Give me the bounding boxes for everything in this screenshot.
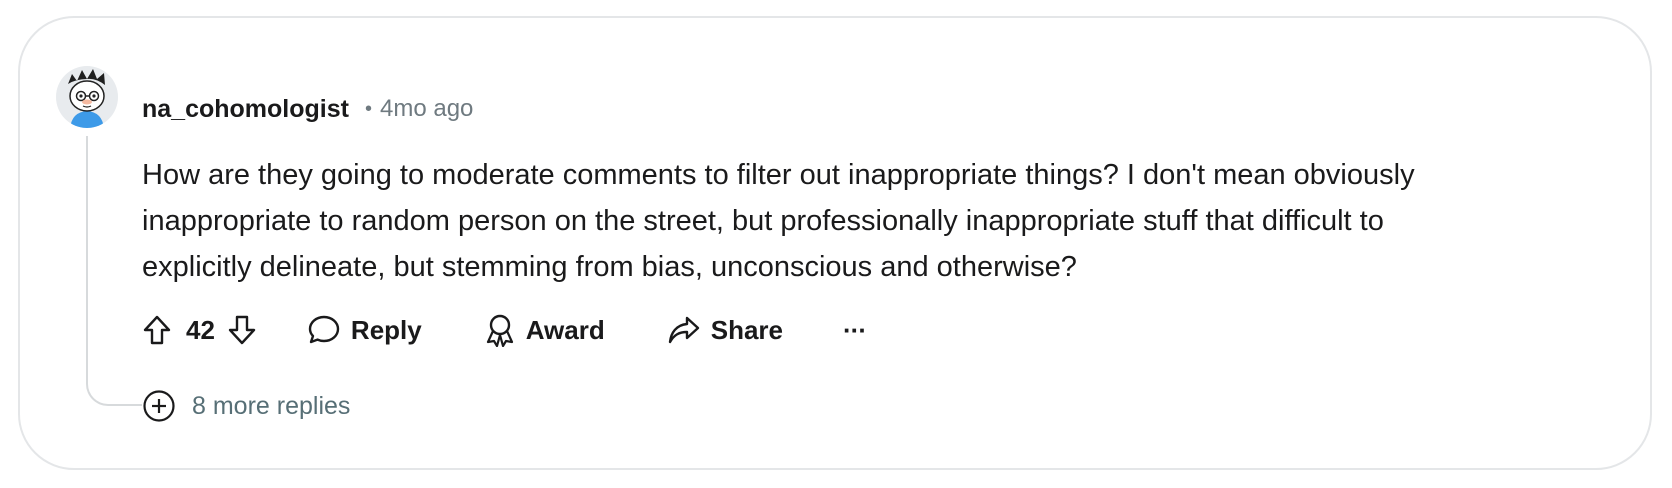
meta-separator: • — [364, 97, 372, 120]
username-link[interactable]: na_cohomologist — [142, 95, 349, 124]
user-avatar-icon — [56, 66, 118, 128]
comment-timestamp[interactable]: 4mo ago — [380, 95, 473, 123]
more-options-button[interactable]: ··· — [843, 315, 867, 346]
share-label: Share — [710, 314, 783, 345]
share-arrow-icon — [667, 314, 701, 346]
upvote-arrow-icon[interactable] — [142, 314, 172, 346]
reply-button[interactable]: Reply — [307, 310, 422, 350]
comment-body: How are they going to moderate comments … — [142, 152, 1622, 290]
comment-body-line: inappropriate to random person on the st… — [142, 205, 1384, 237]
more-replies-button[interactable]: 8 more replies — [142, 386, 350, 426]
comment-meta: na_cohomologist • 4mo ago — [142, 92, 473, 126]
comment-actions-bar: 42 Reply Award Share ··· — [142, 310, 867, 350]
comment-body-line: How are they going to moderate comments … — [142, 159, 1415, 191]
thread-line[interactable] — [86, 136, 142, 406]
reply-label: Reply — [350, 314, 422, 345]
award-label: Award — [525, 314, 605, 345]
award-ribbon-icon — [484, 313, 516, 347]
user-avatar[interactable] — [56, 66, 118, 128]
more-replies-label: 8 more replies — [192, 391, 351, 420]
vote-count: 42 — [186, 314, 215, 345]
downvote-arrow-icon[interactable] — [227, 314, 257, 346]
award-button[interactable]: Award — [484, 310, 605, 350]
share-button[interactable]: Share — [667, 310, 783, 350]
speech-bubble-icon — [307, 314, 341, 346]
plus-circle-icon — [142, 389, 176, 423]
comment-body-line: explicitly delineate, but stemming from … — [142, 251, 1077, 283]
